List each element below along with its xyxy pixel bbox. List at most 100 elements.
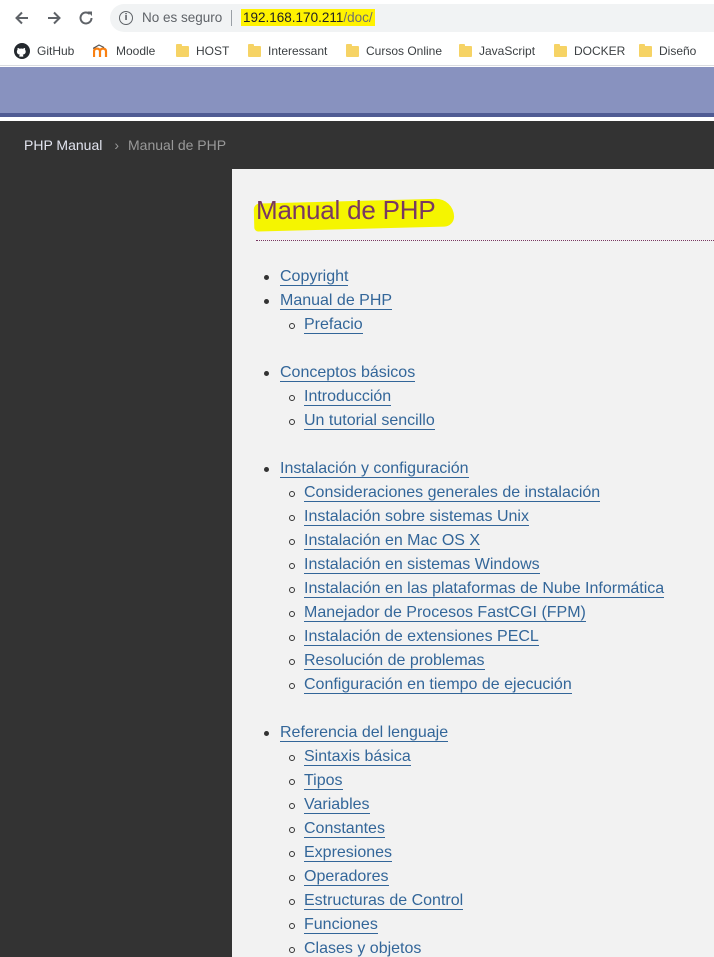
breadcrumb: PHP Manual › Manual de PHP	[24, 137, 226, 153]
bookmark-javascript[interactable]: JavaScript	[459, 42, 535, 60]
bookmark-label: Moodle	[116, 44, 156, 58]
address-bar[interactable]: i No es seguro 192.168.170.211/doc/	[110, 4, 714, 32]
bookmark-diseno[interactable]: Diseño	[639, 42, 696, 60]
bookmark-host[interactable]: HOST	[176, 42, 229, 60]
toc-sublink[interactable]: Instalación en Mac OS X	[304, 532, 481, 550]
back-button[interactable]	[10, 6, 34, 30]
toc-sublink[interactable]: Consideraciones generales de instalación	[304, 484, 601, 502]
browser-toolbar: i No es seguro 192.168.170.211/doc/	[0, 0, 714, 36]
forward-arrow-icon	[48, 11, 61, 25]
breadcrumb-separator: ›	[114, 137, 120, 153]
toc-section: Referencia del lenguaje Sintaxis básica …	[264, 721, 710, 957]
url-text[interactable]: 192.168.170.211/doc/	[241, 9, 375, 26]
toc-sublink[interactable]: Estructuras de Control	[304, 892, 464, 910]
toc-section: Instalación y configuración Consideracio…	[264, 457, 710, 697]
toc-subitem: Variables	[289, 793, 710, 817]
toc-sublink[interactable]: Un tutorial sencillo	[304, 412, 435, 430]
url-path: /doc/	[343, 10, 373, 25]
toc-sublink[interactable]: Introducción	[304, 388, 392, 406]
bookmark-moodle[interactable]: Moodle	[93, 42, 155, 60]
php-header-banner	[0, 67, 714, 117]
folder-icon	[459, 43, 472, 57]
toc-link[interactable]: Referencia del lenguaje	[280, 724, 449, 742]
folder-icon	[248, 43, 261, 57]
toc-link[interactable]: Instalación y configuración	[280, 460, 469, 478]
bookmark-interessant[interactable]: Interessant	[248, 42, 327, 60]
folder-icon	[176, 43, 189, 57]
bookmark-label: GitHub	[37, 44, 75, 58]
toc-sublink[interactable]: Configuración en tiempo de ejecución	[304, 676, 572, 694]
bookmarks-bar: GitHub Moodle HOST Interessant Cursos On…	[0, 36, 714, 66]
toc-subitem: Manejador de Procesos FastCGI (FPM)	[289, 601, 710, 625]
toc-subitem: Clases y objetos	[289, 937, 710, 957]
toc-subitem: Resolución de problemas	[289, 649, 710, 673]
toc-subitem: Un tutorial sencillo	[289, 409, 710, 433]
folder-icon	[639, 43, 652, 57]
toc-sublink[interactable]: Tipos	[304, 772, 343, 790]
toc-sublink[interactable]: Instalación en sistemas Windows	[304, 556, 540, 574]
toc-sublist: Introducción Un tutorial sencillo	[289, 385, 710, 433]
toc-subitem: Expresiones	[289, 841, 710, 865]
toc-sublink[interactable]: Instalación sobre sistemas Unix	[304, 508, 529, 526]
toc-subitem: Instalación de extensiones PECL	[289, 625, 710, 649]
toc-sublink[interactable]: Funciones	[304, 916, 378, 934]
page-title: Manual de PHP	[256, 195, 436, 225]
reload-icon	[79, 11, 93, 25]
toc-sublink[interactable]: Prefacio	[304, 316, 363, 334]
bookmark-github[interactable]: GitHub	[14, 42, 74, 60]
toc-subitem: Instalación en las plataformas de Nube I…	[289, 577, 710, 601]
security-label[interactable]: No es seguro	[142, 10, 222, 25]
toc-link[interactable]: Copyright	[280, 268, 349, 286]
bookmark-label: Cursos Online	[366, 44, 443, 58]
bookmark-label: HOST	[196, 44, 230, 58]
address-separator	[231, 10, 232, 26]
toc-subitem: Prefacio	[289, 313, 710, 337]
toc-sublink[interactable]: Sintaxis básica	[304, 748, 411, 766]
toc-sublink[interactable]: Manejador de Procesos FastCGI (FPM)	[304, 604, 586, 622]
back-arrow-icon	[15, 11, 28, 25]
toc-sublist: Prefacio	[289, 313, 710, 337]
toc-sublink[interactable]: Expresiones	[304, 844, 393, 862]
toc-section: Conceptos básicos Introducción Un tutori…	[264, 361, 710, 433]
toc-section: Manual de PHP Prefacio	[264, 289, 710, 337]
manual-content: Manual de PHP Copyright Manual de PHP Pr…	[232, 169, 714, 957]
github-icon	[14, 43, 30, 59]
info-icon[interactable]: i	[119, 11, 133, 25]
toc-subitem: Tipos	[289, 769, 710, 793]
title-divider	[256, 240, 714, 241]
toc-sublink[interactable]: Constantes	[304, 820, 385, 838]
toc-link[interactable]: Manual de PHP	[280, 292, 393, 310]
url-host: 192.168.170.211	[243, 10, 344, 25]
toc-subitem: Funciones	[289, 913, 710, 937]
toc-sublink[interactable]: Instalación en las plataformas de Nube I…	[304, 580, 665, 598]
folder-icon	[346, 43, 359, 57]
title-block: Manual de PHP	[253, 195, 455, 232]
toc-subitem: Consideraciones generales de instalación	[289, 481, 710, 505]
toc-sublink[interactable]: Variables	[304, 796, 370, 814]
bookmark-cursos-online[interactable]: Cursos Online	[346, 42, 442, 60]
breadcrumb-home-link[interactable]: PHP Manual	[24, 137, 102, 153]
toc-link[interactable]: Conceptos básicos	[280, 364, 416, 382]
toc-subitem: Instalación en sistemas Windows	[289, 553, 710, 577]
toc-sublink[interactable]: Clases y objetos	[304, 940, 422, 957]
toc-subitem: Introducción	[289, 385, 710, 409]
forward-button[interactable]	[42, 6, 66, 30]
bookmark-label: JavaScript	[479, 44, 536, 58]
toc-sublist: Sintaxis básica Tipos Variables Constant…	[289, 745, 710, 957]
toc-sublink[interactable]: Instalación de extensiones PECL	[304, 628, 539, 646]
toc-subitem: Instalación sobre sistemas Unix	[289, 505, 710, 529]
bookmark-docker[interactable]: DOCKER	[554, 42, 625, 60]
moodle-icon	[93, 44, 108, 57]
toc-subitem: Constantes	[289, 817, 710, 841]
toc-subitem: Estructuras de Control	[289, 889, 710, 913]
bookmark-label: Interessant	[268, 44, 328, 58]
toc-sublink[interactable]: Resolución de problemas	[304, 652, 485, 670]
breadcrumb-current: Manual de PHP	[128, 137, 227, 153]
toc-sublist: Consideraciones generales de instalación…	[289, 481, 710, 697]
toc-subitem: Configuración en tiempo de ejecución	[289, 673, 710, 697]
table-of-contents: Copyright Manual de PHP Prefacio Concept…	[264, 265, 710, 957]
reload-button[interactable]	[74, 6, 98, 30]
toc-section: Copyright	[264, 265, 710, 289]
folder-icon	[554, 43, 567, 57]
toc-sublink[interactable]: Operadores	[304, 868, 389, 886]
